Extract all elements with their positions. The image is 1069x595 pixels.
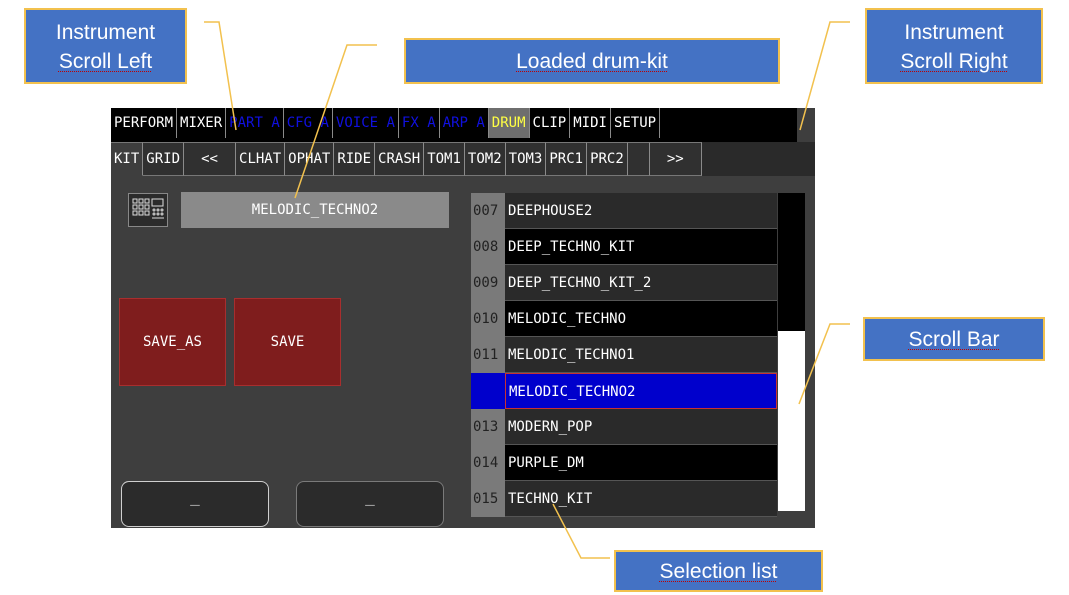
instrument-tab-tom1[interactable]: TOM1 — [424, 142, 465, 176]
callout-line-1: Instrument — [55, 21, 156, 44]
list-item[interactable]: 009 DEEP_TECHNO_KIT_2 — [471, 265, 777, 301]
tab-part-a[interactable]: PART A — [226, 108, 284, 138]
list-scrollbar[interactable] — [778, 193, 805, 511]
list-item-name: MODERN_POP — [505, 409, 777, 445]
tab-voice-a[interactable]: VOICE A — [333, 108, 399, 138]
list-item-name: MELODIC_TECHNO1 — [505, 337, 777, 373]
callout-loaded-drum-kit: Loaded drum-kit — [404, 38, 780, 84]
list-item-number: 015 — [471, 481, 505, 517]
encoder-slot-1[interactable]: — — [121, 481, 269, 527]
instrument-scroll-left-button[interactable]: << — [184, 142, 237, 176]
list-item-name: PURPLE_DM — [505, 445, 777, 481]
list-item[interactable]: 007 DEEPHOUSE2 — [471, 193, 777, 229]
callout-line-2: Scroll Left — [58, 50, 153, 73]
save-button[interactable]: SAVE — [234, 298, 341, 386]
tab-midi[interactable]: MIDI — [570, 108, 611, 138]
callout-selection-list: Selection list — [614, 550, 823, 592]
list-item-number: 009 — [471, 265, 505, 301]
instrument-tab-tom2[interactable]: TOM2 — [464, 142, 506, 176]
list-item-name: DEEP_TECHNO_KIT_2 — [505, 265, 777, 301]
callout-instrument-scroll-left: Instrument Scroll Left — [24, 8, 187, 84]
instrument-tab-ride[interactable]: RIDE — [334, 142, 376, 176]
list-item[interactable]: 008 DEEP_TECHNO_KIT — [471, 229, 777, 265]
tab-fx-a[interactable]: FX A — [399, 108, 440, 138]
tab-cfg-a[interactable]: CFG A — [284, 108, 333, 138]
tab-mixer[interactable]: MIXER — [177, 108, 227, 138]
callout-instrument-scroll-right: Instrument Scroll Right — [865, 8, 1043, 84]
list-item[interactable]: 013 MODERN_POP — [471, 409, 777, 445]
list-item-number: 014 — [471, 445, 505, 481]
list-item[interactable]: 010 MELODIC_TECHNO — [471, 301, 777, 337]
grid-keyboard-icon — [132, 198, 164, 219]
list-item[interactable]: 011 MELODIC_TECHNO1 — [471, 337, 777, 373]
list-item-name: MELODIC_TECHNO — [505, 301, 777, 337]
list-item-name: MELODIC_TECHNO2 — [505, 373, 777, 409]
instrument-tab-prc2[interactable]: PRC2 — [587, 142, 628, 176]
kit-selection-list: 007 DEEPHOUSE2 008 DEEP_TECHNO_KIT 009 DEEP_T… — [471, 193, 777, 517]
scrollbar-thumb[interactable] — [778, 193, 805, 331]
list-item-selected[interactable]: 012 MELODIC_TECHNO2 — [471, 373, 777, 409]
instrument-tab-bar: KIT GRID << CLHAT OPHAT RIDE CRASH TOM1 TOM2 TOM3… — [111, 142, 815, 176]
instrument-scroll-right-button[interactable]: >> — [649, 142, 702, 176]
callout-line-1: Instrument — [904, 21, 1004, 44]
callout-scroll-bar: Scroll Bar — [863, 317, 1045, 361]
list-item-number: 007 — [471, 193, 505, 229]
list-item-number: 011 — [471, 337, 505, 373]
instrument-tab-crash[interactable]: CRASH — [375, 142, 425, 176]
instrument-tab-prc1[interactable]: PRC1 — [546, 142, 588, 176]
loaded-kit-name[interactable]: MELODIC_TECHNO2 — [181, 192, 449, 228]
list-item[interactable]: 015 TECHNO_KIT — [471, 481, 777, 517]
tab-perform[interactable]: PERFORM — [111, 108, 178, 138]
instrument-tab-clhat[interactable]: CLHAT — [236, 142, 286, 176]
main-tab-bar: PERFORM MIXER PART A CFG A VOICE A FX A ARP AD… — [111, 108, 797, 142]
instrument-tab-ophat[interactable]: OPHAT — [285, 142, 335, 176]
tab-arp-a[interactable]: ARP A — [440, 108, 489, 138]
instrument-tab-grid[interactable]: GRID — [143, 142, 185, 176]
list-item-number: 012 — [471, 373, 505, 409]
device-screen: PERFORM MIXER PART A CFG A VOICE A FX A ARP AD… — [111, 108, 815, 528]
list-item[interactable]: 014 PURPLE_DM — [471, 445, 777, 481]
instrument-tab-empty[interactable] — [627, 142, 650, 176]
instrument-tab-tom3[interactable]: TOM3 — [505, 142, 547, 176]
list-item-number: 010 — [471, 301, 505, 337]
list-item-number: 008 — [471, 229, 505, 265]
instrument-tab-kit[interactable]: KIT — [111, 142, 144, 176]
save-as-button[interactable]: SAVE_AS — [119, 298, 226, 386]
encoder-slot-2[interactable]: — — [296, 481, 444, 527]
list-item-number: 013 — [471, 409, 505, 445]
kit-browser-icon[interactable] — [128, 193, 168, 227]
tab-setup[interactable]: SETUP — [611, 108, 661, 138]
tab-drum[interactable]: DRUM — [488, 108, 530, 138]
list-item-name: DEEP_TECHNO_KIT — [505, 229, 777, 265]
list-item-name: DEEPHOUSE2 — [505, 193, 777, 229]
list-item-name: TECHNO_KIT — [505, 481, 777, 517]
callout-line-2: Scroll Right — [900, 50, 1008, 73]
tab-clip[interactable]: CLIP — [530, 108, 571, 138]
